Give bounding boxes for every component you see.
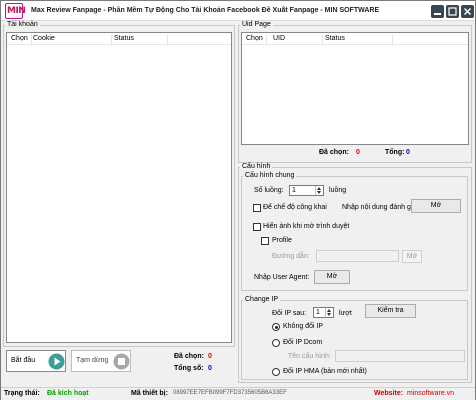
general-config-title: Cấu hình chung [243, 172, 297, 179]
profile-path-open-button[interactable]: Mở [402, 250, 422, 263]
radio-dcom-ip[interactable] [272, 339, 280, 347]
thread-count-label: Số luồng: [254, 187, 284, 194]
dcom-name-label: Tên cấu hình: [288, 353, 331, 360]
review-content-open-button[interactable]: Mở [411, 199, 461, 213]
radio-no-change-ip[interactable] [272, 323, 280, 331]
accounts-group-title: Tài khoản [5, 21, 40, 28]
column-header-select[interactable]: Chọn [246, 35, 263, 42]
profile-label[interactable]: Profile [272, 237, 292, 244]
app-window: MIN Max Review Fanpage - Phần Mềm Tự Độn… [0, 0, 476, 400]
check-ip-button[interactable]: Kiểm tra [365, 304, 416, 318]
stop-button[interactable]: Tạm dừng [71, 350, 131, 372]
stop-icon [113, 353, 130, 370]
uid-page-group-title: Uid Page [240, 21, 273, 28]
change-ip-title: Change IP [243, 296, 281, 303]
device-id-value: 08997EE7EFB099F7FD3735605B6A33EF [173, 390, 287, 396]
profile-checkbox[interactable] [261, 237, 269, 245]
accounts-total-count: 0 [208, 365, 212, 372]
show-browser-checkbox[interactable] [253, 223, 261, 231]
dcom-ip-label[interactable]: Đổi IP Dcom [283, 339, 322, 346]
column-header-cookie[interactable]: Cookie [33, 35, 55, 42]
uid-list-header: Chọn UID Status [242, 33, 468, 45]
accounts-list[interactable]: Chọn Cookie Status [6, 32, 232, 343]
start-button-label: Bắt đầu [11, 357, 36, 364]
window-title: Max Review Fanpage - Phần Mềm Tự Động Ch… [31, 7, 380, 14]
thread-count-stepper[interactable]: 1 [289, 185, 324, 196]
status-label: Trạng thái: [4, 390, 40, 397]
profile-path-label: Đường dẫn: [272, 253, 310, 260]
start-button[interactable]: Bắt đầu [6, 350, 66, 372]
thread-count-value: 1 [292, 187, 296, 194]
review-content-label: Nhập nội dung đánh giá: [342, 204, 419, 211]
minimize-icon [434, 13, 441, 15]
column-header-status[interactable]: Status [114, 35, 134, 42]
play-icon [48, 353, 65, 370]
profile-path-input[interactable] [316, 250, 399, 262]
spinner-arrows-icon[interactable] [315, 186, 323, 195]
change-ip-after-stepper[interactable]: 1 [313, 307, 334, 318]
status-bar: Trạng thái: Đã kích hoạt Mã thiết bị: 08… [1, 387, 475, 400]
dcom-name-input[interactable] [335, 350, 465, 362]
config-group-title: Cấu hình [240, 163, 273, 170]
accounts-total-label: Tổng số: [174, 365, 204, 372]
change-ip-unit-label: lượt [339, 310, 352, 317]
show-browser-label[interactable]: Hiển ảnh khi mở trình duyệt [263, 223, 349, 230]
website-link[interactable]: minsoftware.vn [407, 390, 454, 397]
website-label: Website: [374, 390, 404, 397]
uid-selected-count: 0 [356, 149, 360, 156]
uid-selected-label: Đã chọn: [319, 149, 349, 156]
accounts-selected-count: 0 [208, 353, 212, 360]
maximize-button[interactable] [446, 5, 459, 18]
thread-unit-label: luồng [329, 187, 347, 194]
maximize-icon [448, 7, 457, 16]
device-id-label: Mã thiết bị: [131, 390, 168, 397]
min-software-logo: MIN [5, 3, 26, 19]
uid-total-count: 0 [406, 149, 410, 156]
close-button[interactable] [461, 5, 474, 18]
accounts-selected-label: Đã chọn: [174, 353, 204, 360]
change-ip-after-value: 1 [316, 309, 320, 316]
stop-button-label: Tạm dừng [76, 357, 109, 364]
public-mode-checkbox[interactable] [253, 204, 261, 212]
title-bar: MIN Max Review Fanpage - Phần Mềm Tự Độn… [1, 1, 475, 21]
status-value: Đã kích hoạt [47, 390, 89, 397]
user-agent-label: Nhập User Agent: [254, 274, 310, 281]
no-change-ip-label[interactable]: Không đổi IP [283, 323, 323, 330]
change-ip-after-label: Đổi IP sau: [272, 310, 307, 317]
column-header-status[interactable]: Status [325, 35, 345, 42]
spinner-arrows-icon[interactable] [325, 308, 333, 317]
radio-hma-ip[interactable] [272, 368, 280, 376]
column-header-select[interactable]: Chọn [11, 35, 28, 42]
uid-total-label: Tổng: [385, 149, 405, 156]
minimize-button[interactable] [431, 5, 444, 18]
column-header-uid[interactable]: UID [273, 35, 285, 42]
public-mode-label[interactable]: Để chế độ công khai [263, 204, 327, 211]
uid-list[interactable]: Chọn UID Status [241, 32, 469, 145]
hma-ip-label[interactable]: Đổi IP HMA (bản mới nhất) [283, 368, 367, 375]
close-icon [463, 7, 472, 16]
accounts-list-header: Chọn Cookie Status [7, 33, 231, 45]
user-agent-open-button[interactable]: Mở [314, 270, 350, 284]
